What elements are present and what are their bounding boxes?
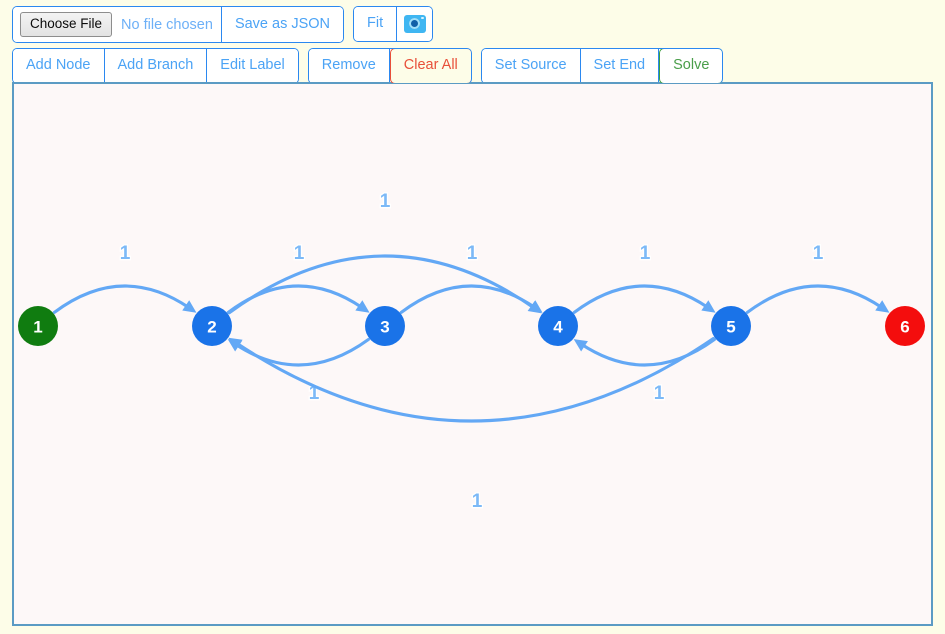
add-branch-button[interactable]: Add Branch (104, 49, 208, 83)
graph-node-5[interactable]: 5 (711, 306, 751, 346)
graph-edge[interactable]: 1 (227, 337, 370, 405)
graph-editor-app: Choose File No file chosen Save as JSON … (0, 0, 945, 634)
file-toolbar: Choose File No file chosen Save as JSON … (0, 6, 442, 43)
edge-weight-label[interactable]: 1 (811, 242, 825, 266)
edit-label-button[interactable]: Edit Label (207, 49, 298, 83)
node-label: 4 (553, 318, 563, 337)
node-layer: 1 2 3 4 5 6 (18, 306, 925, 346)
graph-svg: 1 1 1 1 111 11 123456 (18, 190, 925, 514)
graph-edge[interactable]: 1 (226, 242, 370, 314)
view-button-group: Fit (353, 6, 434, 42)
node-label: 1 (33, 318, 42, 337)
set-end-button[interactable]: Set End (580, 49, 660, 83)
graph-edge[interactable]: 1 (573, 337, 716, 406)
graph-node-1[interactable]: 1 (18, 306, 58, 346)
graph-edge[interactable]: 1 (52, 242, 197, 314)
edge-arrowhead (701, 300, 716, 313)
graph-edge[interactable]: 1 (745, 242, 890, 314)
node-label: 6 (900, 318, 909, 337)
graph-node-3[interactable]: 3 (365, 306, 405, 346)
action-toolbar: Add Node Add Branch Edit Label Remove Cl… (0, 48, 732, 84)
edge-weight-label[interactable]: 1 (292, 242, 306, 266)
solve-button-group: Set Source Set End Solve (480, 48, 724, 84)
edge-weight-label[interactable]: 1 (465, 242, 479, 266)
remove-button[interactable]: Remove (308, 49, 390, 83)
edge-arrowhead (875, 300, 890, 313)
camera-icon (403, 15, 426, 33)
graph-edge[interactable]: 1 (227, 190, 542, 315)
edge-weight-label[interactable]: 1 (118, 242, 132, 266)
add-node-button[interactable]: Add Node (13, 49, 105, 83)
graph-node-6[interactable]: 6 (885, 306, 925, 346)
edge-arrowhead (355, 300, 370, 313)
set-source-button[interactable]: Set Source (481, 49, 581, 83)
edge-weight-label[interactable]: 1 (470, 490, 484, 514)
graph-edge[interactable]: 1 (572, 242, 716, 314)
edge-weight-label[interactable]: 1 (378, 190, 392, 214)
graph-node-4[interactable]: 4 (538, 306, 578, 346)
node-label: 2 (207, 318, 216, 337)
destructive-button-group: Remove Clear All (307, 48, 472, 84)
node-label: 5 (726, 318, 735, 337)
edge-weight-label[interactable]: 1 (638, 242, 652, 266)
file-button-group: Choose File No file chosen Save as JSON (12, 6, 345, 43)
fit-button[interactable]: Fit (354, 7, 398, 41)
clear-all-button[interactable]: Clear All (389, 49, 471, 83)
screenshot-button[interactable] (397, 7, 433, 41)
solve-button[interactable]: Solve (659, 49, 723, 83)
edit-button-group: Add Node Add Branch Edit Label (12, 48, 299, 84)
node-label: 3 (380, 318, 389, 337)
file-status-text: No file chosen (121, 16, 213, 33)
edge-layer: 1 1 1 1 1 1 1 1 1 (52, 190, 890, 514)
edge-arrowhead (182, 300, 197, 313)
graph-canvas[interactable]: 111111111 123456 (12, 82, 933, 626)
file-input[interactable]: Choose File No file chosen (13, 7, 222, 42)
graph-edge[interactable]: 1 (399, 242, 543, 314)
graph-node-2[interactable]: 2 (192, 306, 232, 346)
choose-file-button[interactable]: Choose File (20, 12, 113, 37)
edge-weight-label[interactable]: 1 (652, 382, 666, 406)
save-as-json-button[interactable]: Save as JSON (221, 7, 344, 42)
